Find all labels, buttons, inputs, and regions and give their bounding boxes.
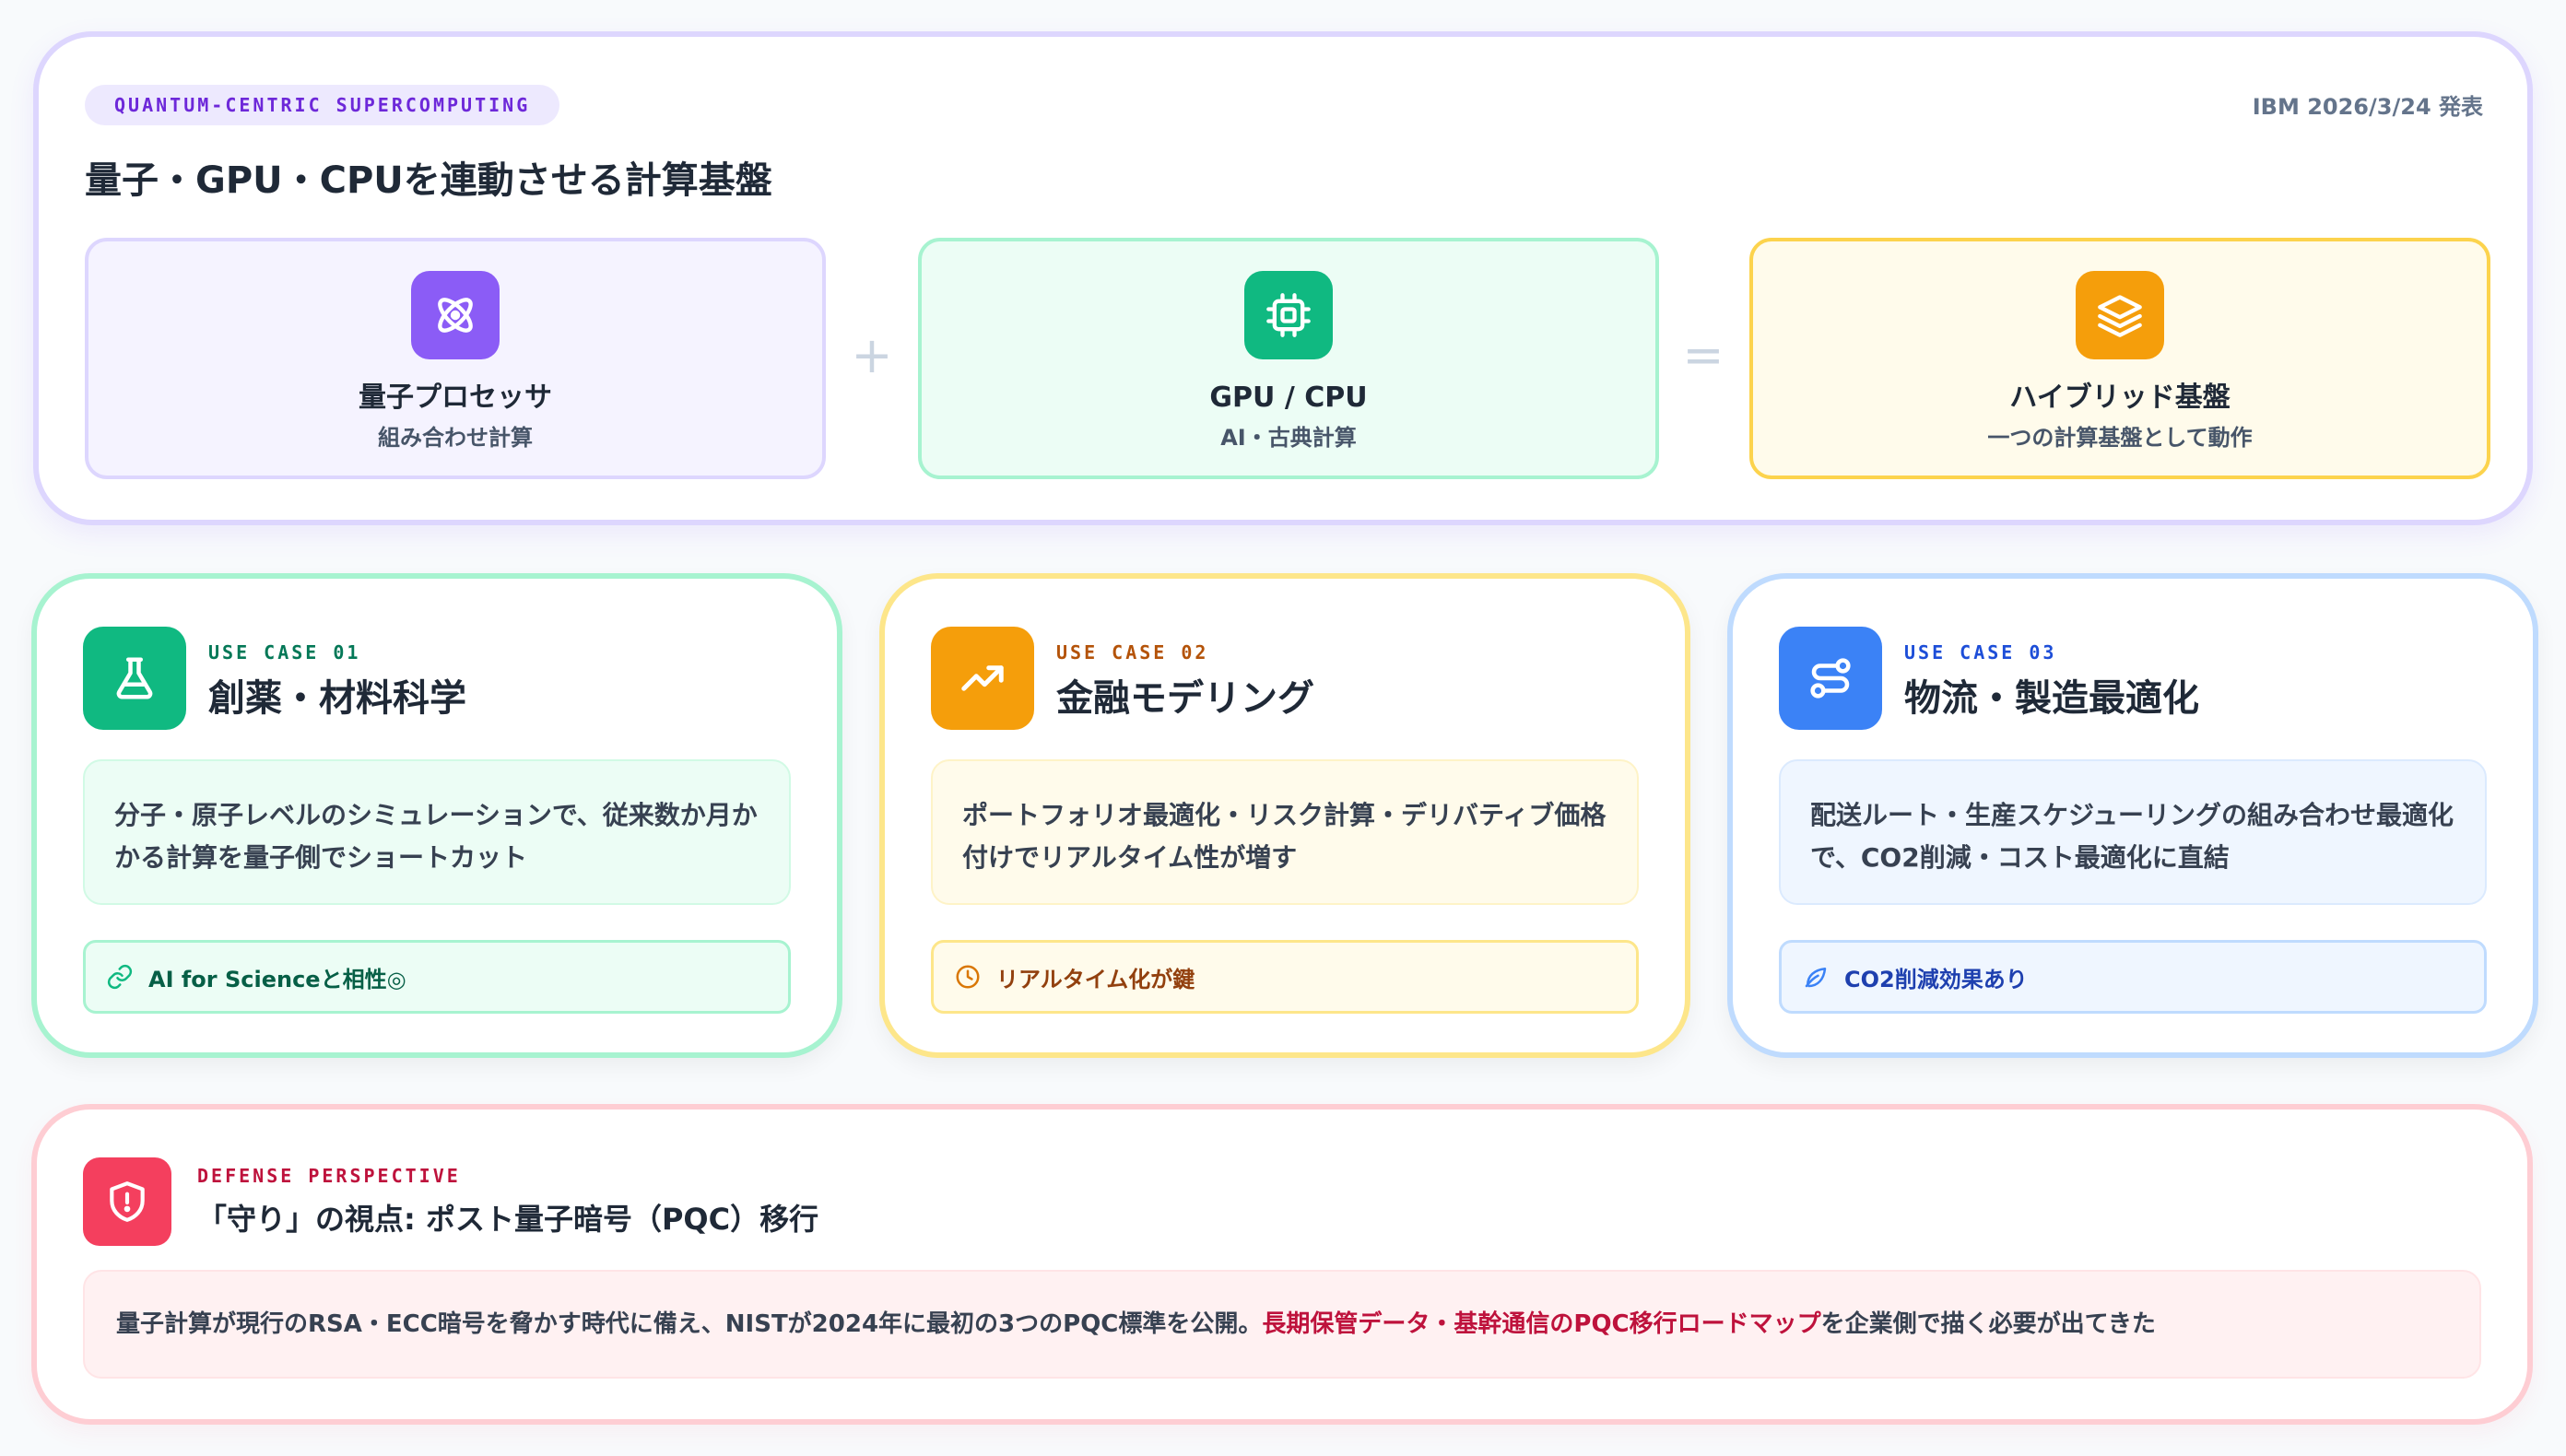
use-case-label: USE CASE 02 bbox=[1056, 641, 1209, 663]
component-subtitle: 一つの計算基盤として動作 bbox=[1987, 425, 2253, 451]
defense-perspective-card: DEFENSE PERSPECTIVE 「守り」の視点: ポスト量子暗号（PQC… bbox=[31, 1104, 2533, 1425]
defense-text: を企業側で描く必要が出てきた bbox=[1820, 1310, 2156, 1338]
use-case-card-logistics-optimization: USE CASE 03 物流・製造最適化 配送ルート・生産スケジューリングの組み… bbox=[1727, 573, 2538, 1058]
use-case-tag-text: CO2削減効果あり bbox=[1844, 966, 2028, 992]
component-subtitle: AI・古典計算 bbox=[1220, 425, 1357, 451]
component-subtitle: 組み合わせ計算 bbox=[378, 425, 533, 451]
defense-text-highlight: 長期保管データ・基幹通信のPQC移行ロードマップ bbox=[1262, 1310, 1821, 1338]
use-case-tag-text: リアルタイム化が鍵 bbox=[996, 966, 1195, 992]
leaf-icon bbox=[1805, 968, 1827, 988]
plus-operator: + bbox=[851, 326, 893, 384]
component-gpu-cpu: GPU / CPU AI・古典計算 bbox=[918, 238, 1659, 479]
use-case-title: 創薬・材料科学 bbox=[208, 677, 466, 720]
route-icon bbox=[1779, 627, 1882, 730]
category-pill: QUANTUM-CENTRIC SUPERCOMPUTING bbox=[85, 85, 560, 125]
architecture-title: 量子・GPU・CPUを連動させる計算基盤 bbox=[85, 159, 772, 202]
clock-icon bbox=[956, 965, 980, 989]
component-title: ハイブリッド基盤 bbox=[2009, 382, 2231, 414]
use-case-tag-text: AI for Scienceと相性◎ bbox=[148, 966, 406, 992]
use-case-description: 配送ルート・生産スケジューリングの組み合わせ最適化で、CO2削減・コスト最適化に… bbox=[1779, 759, 2487, 905]
component-quantum-processor: 量子プロセッサ 組み合わせ計算 bbox=[85, 238, 826, 479]
shield-alert-icon bbox=[83, 1157, 171, 1246]
component-hybrid-platform: ハイブリッド基盤 一つの計算基盤として動作 bbox=[1749, 238, 2490, 479]
component-title: GPU / CPU bbox=[1209, 382, 1368, 414]
use-case-label: USE CASE 03 bbox=[1904, 641, 2057, 663]
use-case-description: 分子・原子レベルのシミュレーションで、従来数か月かかる計算を量子側でショートカッ… bbox=[83, 759, 791, 905]
use-case-label: USE CASE 01 bbox=[208, 641, 361, 663]
use-case-description: ポートフォリオ最適化・リスク計算・デリバティブ価格付けでリアルタイム性が増す bbox=[931, 759, 1639, 905]
trending-up-icon bbox=[931, 627, 1034, 730]
equals-operator: = bbox=[1682, 326, 1724, 384]
architecture-card: QUANTUM-CENTRIC SUPERCOMPUTING IBM 2026/… bbox=[33, 31, 2533, 525]
defense-description: 量子計算が現行のRSA・ECC暗号を脅かす時代に備え、NISTが2024年に最初… bbox=[83, 1270, 2481, 1379]
atom-icon bbox=[411, 271, 500, 359]
component-title: 量子プロセッサ bbox=[359, 382, 552, 414]
defense-label: DEFENSE PERSPECTIVE bbox=[197, 1165, 461, 1187]
use-case-card-financial-modeling: USE CASE 02 金融モデリング ポートフォリオ最適化・リスク計算・デリバ… bbox=[879, 573, 1690, 1058]
use-case-tag: AI for Scienceと相性◎ bbox=[83, 940, 791, 1014]
use-case-tag: リアルタイム化が鍵 bbox=[931, 940, 1639, 1014]
use-case-card-drug-discovery: USE CASE 01 創薬・材料科学 分子・原子レベルのシミュレーションで、従… bbox=[31, 573, 842, 1058]
defense-title: 「守り」の視点: ポスト量子暗号（PQC）移行 bbox=[197, 1202, 819, 1237]
defense-text: 量子計算が現行のRSA・ECC暗号を脅かす時代に備え、NISTが2024年に最初… bbox=[116, 1310, 1263, 1338]
use-case-title: 物流・製造最適化 bbox=[1904, 677, 2199, 720]
use-case-tag: CO2削減効果あり bbox=[1779, 940, 2487, 1014]
release-date: IBM 2026/3/24 発表 bbox=[2252, 94, 2483, 120]
flask-icon bbox=[83, 627, 186, 730]
layers-icon bbox=[2076, 271, 2164, 359]
use-case-title: 金融モデリング bbox=[1056, 677, 1314, 720]
link-icon bbox=[107, 964, 133, 990]
cpu-chip-icon bbox=[1244, 271, 1333, 359]
